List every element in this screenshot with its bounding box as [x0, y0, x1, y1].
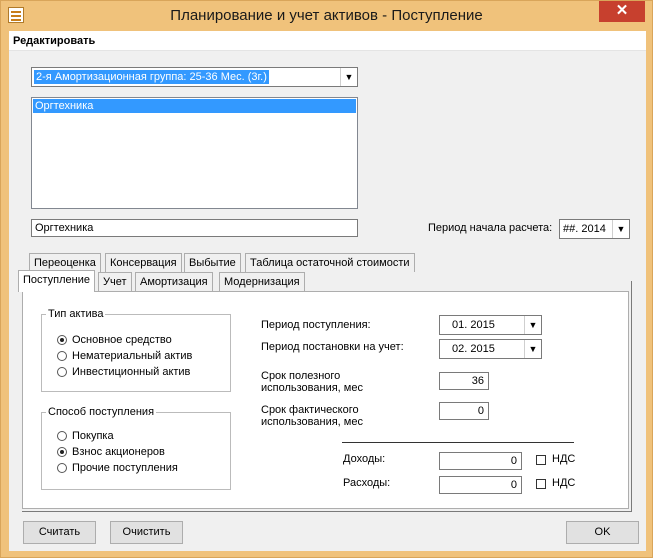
clear-button[interactable]: Очистить: [110, 521, 183, 544]
tab-accounting[interactable]: Учет: [98, 272, 132, 291]
main-window: Планирование и учет активов - Поступлени…: [0, 0, 653, 558]
useful-life-label-2: использования, мес: [261, 382, 363, 394]
useful-life-label-1: Срок полезного: [261, 370, 341, 382]
tab-receipt[interactable]: Поступление: [18, 270, 96, 292]
chevron-down-icon[interactable]: ▼: [340, 68, 357, 86]
receipt-period-select[interactable]: 01. 2015 ▼: [439, 315, 542, 335]
income-vat-checkbox[interactable]: [536, 455, 546, 465]
asset-type-radio-intangible[interactable]: [57, 351, 67, 361]
receipt-method-label-shareholder: Взнос акционеров: [72, 446, 165, 458]
calc-period-select[interactable]: ##. 2014 ▼: [559, 219, 630, 239]
receipt-period-value: 01. 2015: [452, 319, 495, 331]
chevron-down-icon[interactable]: ▼: [524, 316, 541, 334]
registration-period-value: 02. 2015: [452, 343, 495, 355]
tab-disposal[interactable]: Выбытие: [184, 253, 241, 272]
receipt-method-radio-other[interactable]: [57, 463, 67, 473]
window-title: Планирование и учет активов - Поступлени…: [170, 7, 483, 24]
client-area: Редактировать 2-я Амортизационная группа…: [9, 31, 646, 551]
expenses-vat-checkbox[interactable]: [536, 479, 546, 489]
asset-list[interactable]: Оргтехника: [31, 97, 358, 209]
registration-period-select[interactable]: 02. 2015 ▼: [439, 339, 542, 359]
receipt-method-label-other: Прочие поступления: [72, 462, 178, 474]
expenses-field[interactable]: 0: [439, 476, 522, 494]
tab-conservation[interactable]: Консервация: [105, 253, 182, 272]
asset-type-label-intangible: Нематериальный актив: [72, 350, 193, 362]
menu-bar: Редактировать: [9, 31, 646, 51]
calc-period-label: Период начала расчета:: [428, 222, 553, 234]
amortization-group-select[interactable]: 2-я Амортизационная группа: 25-36 Мес. (…: [31, 67, 358, 87]
receipt-method-radio-purchase[interactable]: [57, 431, 67, 441]
chevron-down-icon[interactable]: ▼: [524, 340, 541, 358]
amortization-group-value: 2-я Амортизационная группа: 25-36 Мес. (…: [34, 70, 269, 84]
receipt-panel: Тип актива Основное средство Нематериаль…: [22, 291, 629, 509]
receipt-method-label-purchase: Покупка: [72, 430, 114, 442]
asset-type-label-investment: Инвестиционный актив: [72, 366, 191, 378]
receipt-period-label: Период поступления:: [261, 319, 371, 331]
asset-type-radio-fixed[interactable]: [57, 335, 67, 345]
useful-life-field[interactable]: 36: [439, 372, 489, 390]
actual-life-field[interactable]: 0: [439, 402, 489, 420]
receipt-method-legend: Способ поступления: [46, 406, 157, 418]
income-field[interactable]: 0: [439, 452, 522, 470]
asset-type-label-fixed: Основное средство: [72, 334, 172, 346]
list-item[interactable]: Оргтехника: [33, 99, 356, 113]
registration-period-label: Период постановки на учет:: [261, 341, 404, 353]
expenses-vat-label: НДС: [552, 477, 576, 489]
asset-type-radio-investment[interactable]: [57, 367, 67, 377]
actual-life-label-2: использования, мес: [261, 416, 363, 428]
asset-type-legend: Тип актива: [46, 308, 106, 320]
asset-name-field[interactable]: Оргтехника: [31, 219, 358, 237]
chevron-down-icon[interactable]: ▼: [612, 220, 629, 238]
panel-edge-bottom: [22, 509, 632, 512]
tab-residual-value[interactable]: Таблица остаточной стоимости: [245, 253, 415, 272]
title-bar: Планирование и учет активов - Поступлени…: [1, 1, 652, 31]
income-vat-label: НДС: [552, 453, 576, 465]
receipt-method-radio-shareholder[interactable]: [57, 447, 67, 457]
menu-edit[interactable]: Редактировать: [13, 35, 95, 47]
divider: [342, 442, 574, 443]
actual-life-label-1: Срок фактического: [261, 404, 359, 416]
ok-button[interactable]: OK: [566, 521, 639, 544]
income-label: Доходы:: [343, 453, 386, 465]
calc-period-value: ##. 2014: [563, 223, 606, 235]
expenses-label: Расходы:: [343, 477, 391, 489]
calculate-button[interactable]: Считать: [23, 521, 96, 544]
tab-amortization[interactable]: Амортизация: [135, 272, 213, 291]
close-button[interactable]: ✕: [599, 1, 645, 22]
tab-modernization[interactable]: Модернизация: [219, 272, 305, 291]
